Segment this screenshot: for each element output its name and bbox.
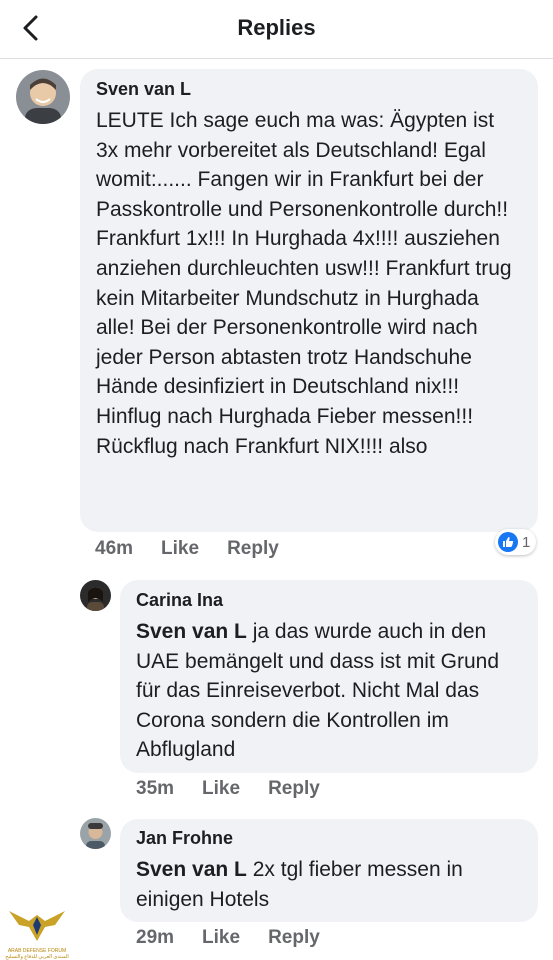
mention-link[interactable]: Sven van L xyxy=(136,620,247,643)
page-title: Replies xyxy=(237,15,316,40)
avatar[interactable] xyxy=(16,70,70,124)
avatar[interactable] xyxy=(80,580,111,611)
eagle-emblem-icon xyxy=(9,911,65,941)
reply-button[interactable]: Reply xyxy=(268,778,320,799)
avatar[interactable] xyxy=(80,818,111,849)
comment-timestamp: 35m xyxy=(136,778,175,799)
comment-actions: 46m Like Reply xyxy=(95,538,307,560)
like-button[interactable]: Like xyxy=(202,778,240,799)
comment-text: Sven van L ja das wurde auch in den UAE … xyxy=(136,620,500,762)
comment-bubble: Carina Ina Sven van L ja das wurde auch … xyxy=(120,580,538,773)
like-button[interactable]: Like xyxy=(202,927,240,948)
comment-timestamp: 29m xyxy=(136,927,175,948)
comment-actions: 29m Like Reply xyxy=(136,927,348,949)
forum-logo-watermark: ARAB DEFENSE FORUM المنتدى العربي للدفاع… xyxy=(2,905,72,960)
comment-text: LEUTE Ich sage euch ma was: Ägypten ist … xyxy=(96,109,512,458)
top-bar: Replies xyxy=(0,0,553,59)
comment-author[interactable]: Sven van L xyxy=(96,79,522,100)
comment-bubble: Sven van L LEUTE Ich sage euch ma was: Ä… xyxy=(80,69,538,532)
mention-link[interactable]: Sven van L xyxy=(136,858,247,881)
reply-button[interactable]: Reply xyxy=(268,927,320,948)
watermark-line2: المنتدى العربي للدفاع والتسليح xyxy=(5,954,69,960)
comment-author[interactable]: Jan Frohne xyxy=(136,828,522,849)
thumbs-up-icon xyxy=(498,532,518,552)
reaction-count-badge[interactable]: 1 xyxy=(495,529,537,555)
comment-timestamp: 46m xyxy=(95,538,134,559)
reply-button[interactable]: Reply xyxy=(227,538,279,559)
comment-actions: 35m Like Reply xyxy=(136,778,348,800)
comment-author[interactable]: Carina Ina xyxy=(136,590,522,611)
like-button[interactable]: Like xyxy=(161,538,199,559)
reaction-count: 1 xyxy=(522,533,531,551)
comment-bubble: Jan Frohne Sven van L 2x tgl fieber mess… xyxy=(120,819,538,922)
comment-text: Sven van L 2x tgl fieber messen in einig… xyxy=(136,858,463,911)
